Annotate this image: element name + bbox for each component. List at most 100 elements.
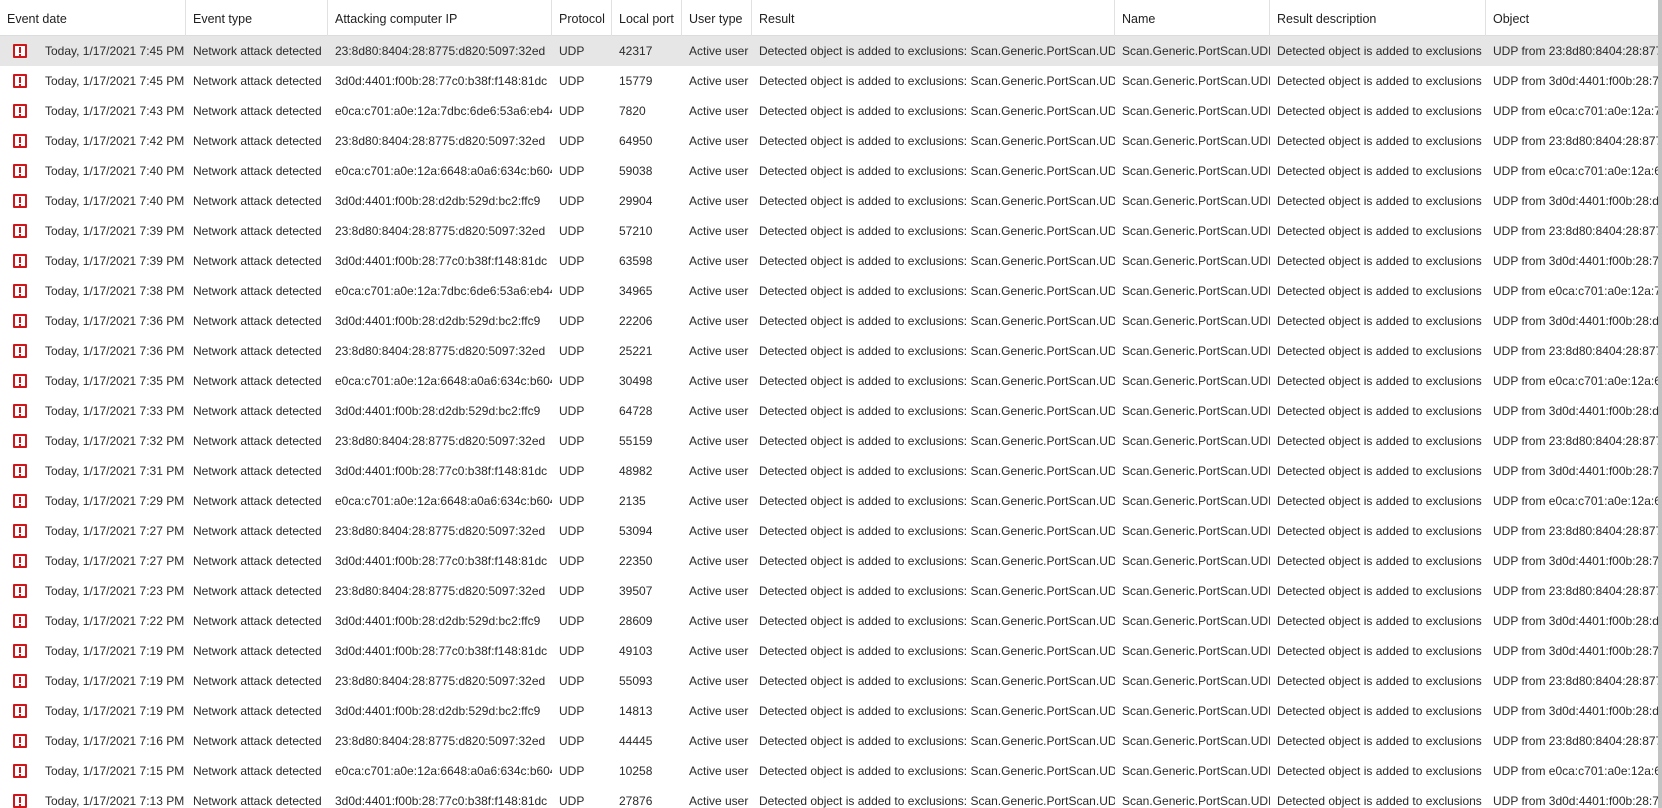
cell-result: Detected object is added to exclusions: …: [759, 404, 1115, 418]
cell-result-description: Detected object is added to exclusions: [1277, 524, 1482, 538]
cell-protocol: UDP: [559, 374, 585, 388]
cell-event-type: Network attack detected: [193, 494, 322, 508]
column-header-protocol[interactable]: Protocol: [552, 0, 612, 36]
cell-name: Scan.Generic.PortScan.UDP: [1122, 704, 1270, 718]
alert-icon: [13, 764, 27, 778]
cell-result-description: Detected object is added to exclusions: [1277, 104, 1482, 118]
table-row[interactable]: Today, 1/17/2021 7:29 PM Network attack d…: [0, 486, 1662, 516]
table-row[interactable]: Today, 1/17/2021 7:38 PM Network attack d…: [0, 276, 1662, 306]
table-row[interactable]: Today, 1/17/2021 7:36 PM Network attack d…: [0, 306, 1662, 336]
cell-object: UDP from 3d0d:4401:f00b:28:7: [1493, 464, 1658, 478]
column-header-event-type[interactable]: Event type: [186, 0, 328, 36]
cell-name: Scan.Generic.PortScan.UDP: [1122, 434, 1270, 448]
cell-protocol: UDP: [559, 254, 585, 268]
cell-result-description: Detected object is added to exclusions: [1277, 494, 1482, 508]
cell-attacking-ip: 23:8d80:8404:28:8775:d820:5097:32ed: [335, 584, 546, 598]
cell-user-type: Active user: [689, 464, 749, 478]
cell-local-port: 53094: [619, 524, 653, 538]
column-header-user-type[interactable]: User type: [682, 0, 752, 36]
cell-result-description: Detected object is added to exclusions: [1277, 44, 1482, 58]
table-row[interactable]: Today, 1/17/2021 7:33 PM Network attack d…: [0, 396, 1662, 426]
column-header-attacking-ip[interactable]: Attacking computer IP: [328, 0, 552, 36]
cell-result-description: Detected object is added to exclusions: [1277, 734, 1482, 748]
column-header-local-port[interactable]: Local port: [612, 0, 682, 36]
table-row[interactable]: Today, 1/17/2021 7:43 PM Network attack d…: [0, 96, 1662, 126]
alert-icon: [13, 194, 27, 208]
table-row[interactable]: Today, 1/17/2021 7:39 PM Network attack d…: [0, 246, 1662, 276]
cell-event-type: Network attack detected: [193, 644, 322, 658]
cell-name: Scan.Generic.PortScan.UDP: [1122, 284, 1270, 298]
cell-protocol: UDP: [559, 704, 585, 718]
table-row[interactable]: Today, 1/17/2021 7:27 PM Network attack d…: [0, 516, 1662, 546]
cell-result: Detected object is added to exclusions: …: [759, 644, 1115, 658]
table-row[interactable]: Today, 1/17/2021 7:32 PM Network attack d…: [0, 426, 1662, 456]
table-row[interactable]: Today, 1/17/2021 7:45 PM Network attack d…: [0, 36, 1662, 66]
cell-result: Detected object is added to exclusions: …: [759, 524, 1115, 538]
cell-name: Scan.Generic.PortScan.UDP: [1122, 344, 1270, 358]
table-row[interactable]: Today, 1/17/2021 7:27 PM Network attack d…: [0, 546, 1662, 576]
cell-result-description: Detected object is added to exclusions: [1277, 164, 1482, 178]
column-header-event-date[interactable]: Event date: [0, 0, 186, 36]
cell-event-type: Network attack detected: [193, 764, 322, 778]
table-row[interactable]: Today, 1/17/2021 7:22 PM Network attack d…: [0, 606, 1662, 636]
cell-user-type: Active user: [689, 344, 749, 358]
vertical-scrollbar[interactable]: [1658, 0, 1662, 808]
cell-protocol: UDP: [559, 74, 585, 88]
cell-event-date: Today, 1/17/2021 7:23 PM: [45, 584, 185, 598]
cell-event-type: Network attack detected: [193, 704, 322, 718]
cell-event-type: Network attack detected: [193, 374, 322, 388]
cell-result-description: Detected object is added to exclusions: [1277, 794, 1482, 808]
table-row[interactable]: Today, 1/17/2021 7:19 PM Network attack d…: [0, 666, 1662, 696]
cell-user-type: Active user: [689, 704, 749, 718]
cell-result-description: Detected object is added to exclusions: [1277, 434, 1482, 448]
cell-event-type: Network attack detected: [193, 734, 322, 748]
cell-user-type: Active user: [689, 104, 749, 118]
table-row[interactable]: Today, 1/17/2021 7:39 PM Network attack d…: [0, 216, 1662, 246]
table-row[interactable]: Today, 1/17/2021 7:42 PM Network attack d…: [0, 126, 1662, 156]
cell-attacking-ip: 3d0d:4401:f00b:28:77c0:b38f:f148:81dc: [335, 644, 548, 658]
column-header-result[interactable]: Result: [752, 0, 1115, 36]
table-row[interactable]: Today, 1/17/2021 7:19 PM Network attack d…: [0, 696, 1662, 726]
table-row[interactable]: Today, 1/17/2021 7:16 PM Network attack d…: [0, 726, 1662, 756]
cell-event-date: Today, 1/17/2021 7:38 PM: [45, 284, 185, 298]
cell-name: Scan.Generic.PortScan.UDP: [1122, 134, 1270, 148]
cell-protocol: UDP: [559, 434, 585, 448]
table-row[interactable]: Today, 1/17/2021 7:35 PM Network attack d…: [0, 366, 1662, 396]
table-row[interactable]: Today, 1/17/2021 7:15 PM Network attack d…: [0, 756, 1662, 786]
table-row[interactable]: Today, 1/17/2021 7:23 PM Network attack d…: [0, 576, 1662, 606]
cell-name: Scan.Generic.PortScan.UDP: [1122, 194, 1270, 208]
cell-name: Scan.Generic.PortScan.UDP: [1122, 674, 1270, 688]
cell-result: Detected object is added to exclusions: …: [759, 464, 1115, 478]
cell-local-port: 14813: [619, 704, 653, 718]
cell-event-date: Today, 1/17/2021 7:36 PM: [45, 314, 185, 328]
cell-result: Detected object is added to exclusions: …: [759, 374, 1115, 388]
table-row[interactable]: Today, 1/17/2021 7:40 PM Network attack d…: [0, 156, 1662, 186]
column-header-result-description[interactable]: Result description: [1270, 0, 1486, 36]
cell-object: UDP from 3d0d:4401:f00b:28:d: [1493, 404, 1658, 418]
cell-object: UDP from 3d0d:4401:f00b:28:d: [1493, 194, 1658, 208]
table-row[interactable]: Today, 1/17/2021 7:40 PM Network attack d…: [0, 186, 1662, 216]
cell-name: Scan.Generic.PortScan.UDP: [1122, 494, 1270, 508]
scrollbar-thumb[interactable]: [1658, 0, 1662, 808]
table-row[interactable]: Today, 1/17/2021 7:19 PM Network attack d…: [0, 636, 1662, 666]
cell-event-date: Today, 1/17/2021 7:42 PM: [45, 134, 185, 148]
cell-protocol: UDP: [559, 524, 585, 538]
alert-icon: [13, 554, 27, 568]
cell-event-date: Today, 1/17/2021 7:39 PM: [45, 254, 185, 268]
table-row[interactable]: Today, 1/17/2021 7:36 PM Network attack d…: [0, 336, 1662, 366]
table-row[interactable]: Today, 1/17/2021 7:45 PM Network attack d…: [0, 66, 1662, 96]
cell-event-type: Network attack detected: [193, 404, 322, 418]
cell-result-description: Detected object is added to exclusions: [1277, 644, 1482, 658]
cell-object: UDP from 3d0d:4401:f00b:28:7: [1493, 554, 1658, 568]
cell-object: UDP from 3d0d:4401:f00b:28:d: [1493, 314, 1658, 328]
cell-attacking-ip: e0ca:c701:a0e:12a:6648:a0a6:634c:b604: [335, 374, 552, 388]
cell-user-type: Active user: [689, 554, 749, 568]
cell-local-port: 15779: [619, 74, 653, 88]
cell-result-description: Detected object is added to exclusions: [1277, 224, 1482, 238]
column-header-object[interactable]: Object: [1486, 0, 1658, 36]
table-row[interactable]: Today, 1/17/2021 7:31 PM Network attack d…: [0, 456, 1662, 486]
column-header-name[interactable]: Name: [1115, 0, 1270, 36]
cell-object: UDP from 23:8d80:8404:28:877: [1493, 584, 1658, 598]
cell-attacking-ip: 3d0d:4401:f00b:28:d2db:529d:bc2:ffc9: [335, 194, 541, 208]
table-row[interactable]: Today, 1/17/2021 7:13 PM Network attack d…: [0, 786, 1662, 808]
